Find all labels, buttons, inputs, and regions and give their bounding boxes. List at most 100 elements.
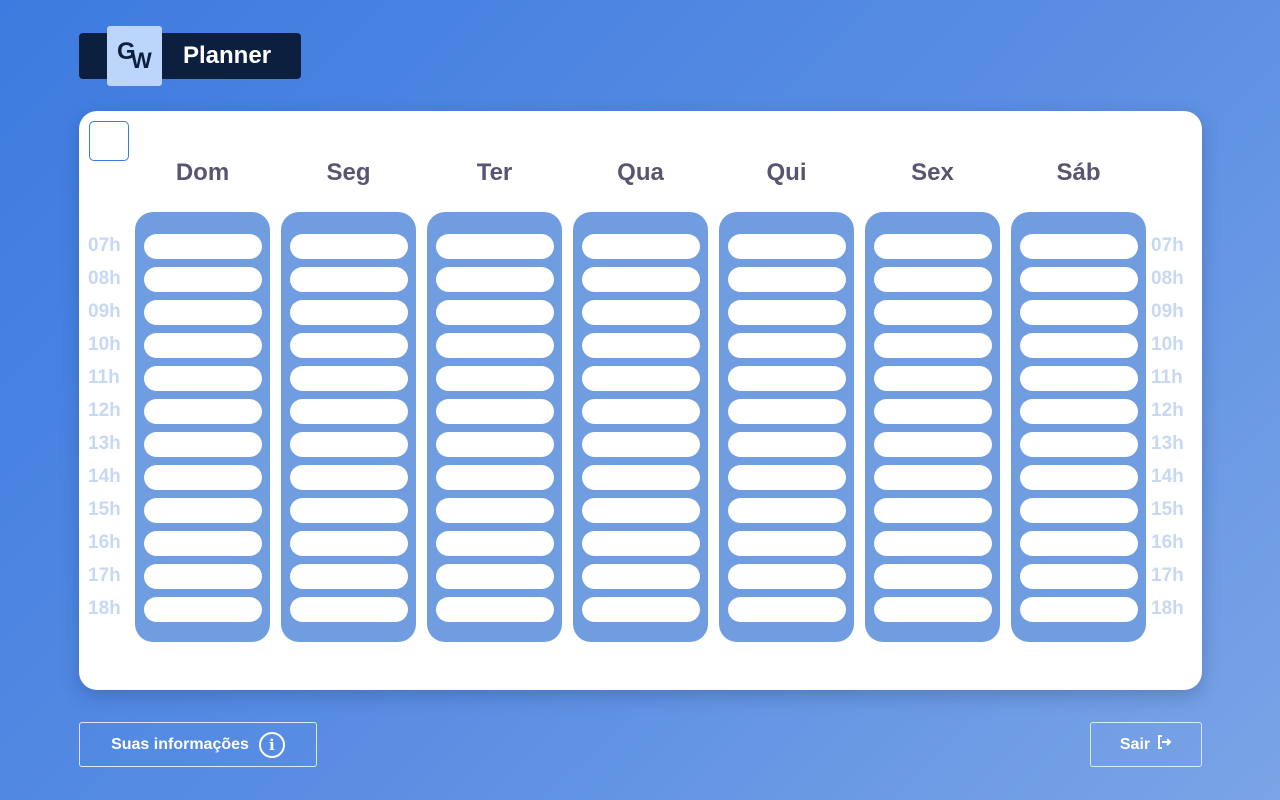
time-slot-4-1[interactable] xyxy=(728,267,846,292)
time-slot-2-6[interactable] xyxy=(436,432,554,457)
time-slot-5-3[interactable] xyxy=(874,333,992,358)
time-slot-4-3[interactable] xyxy=(728,333,846,358)
time-slot-1-10[interactable] xyxy=(290,564,408,589)
time-slot-4-11[interactable] xyxy=(728,597,846,622)
time-slot-4-10[interactable] xyxy=(728,564,846,589)
time-slot-2-11[interactable] xyxy=(436,597,554,622)
time-slot-0-4[interactable] xyxy=(144,366,262,391)
time-slot-2-9[interactable] xyxy=(436,531,554,556)
time-slot-1-3[interactable] xyxy=(290,333,408,358)
time-slot-1-5[interactable] xyxy=(290,399,408,424)
time-slot-1-6[interactable] xyxy=(290,432,408,457)
time-slot-6-5[interactable] xyxy=(1020,399,1138,424)
time-slot-0-8[interactable] xyxy=(144,498,262,523)
time-slot-6-2[interactable] xyxy=(1020,300,1138,325)
time-slot-6-6[interactable] xyxy=(1020,432,1138,457)
time-slot-5-7[interactable] xyxy=(874,465,992,490)
hour-label-left-10: 17h xyxy=(88,565,121,586)
time-slot-2-8[interactable] xyxy=(436,498,554,523)
time-slot-3-3[interactable] xyxy=(582,333,700,358)
time-slot-2-5[interactable] xyxy=(436,399,554,424)
time-slot-5-9[interactable] xyxy=(874,531,992,556)
time-slot-6-9[interactable] xyxy=(1020,531,1138,556)
time-slot-3-10[interactable] xyxy=(582,564,700,589)
time-slot-6-11[interactable] xyxy=(1020,597,1138,622)
time-slot-5-1[interactable] xyxy=(874,267,992,292)
time-slot-1-2[interactable] xyxy=(290,300,408,325)
time-slot-2-0[interactable] xyxy=(436,234,554,259)
time-slot-4-4[interactable] xyxy=(728,366,846,391)
time-slot-6-3[interactable] xyxy=(1020,333,1138,358)
day-column-5 xyxy=(865,212,1000,642)
time-slot-3-2[interactable] xyxy=(582,300,700,325)
weekly-planner-card: Dom Seg Ter Qua Qui Sex Sáb 07h 08h 09h 10h 11h 12h 1… xyxy=(79,111,1202,690)
time-slot-2-2[interactable] xyxy=(436,300,554,325)
time-slot-6-4[interactable] xyxy=(1020,366,1138,391)
day-header-6: Sáb xyxy=(1056,159,1101,186)
time-slot-4-5[interactable] xyxy=(728,399,846,424)
time-slot-3-6[interactable] xyxy=(582,432,700,457)
your-info-label: Suas informações xyxy=(111,735,249,753)
day-column-1 xyxy=(281,212,416,642)
time-slot-4-6[interactable] xyxy=(728,432,846,457)
time-slot-3-0[interactable] xyxy=(582,234,700,259)
time-slot-0-11[interactable] xyxy=(144,597,262,622)
time-slot-5-11[interactable] xyxy=(874,597,992,622)
hour-label-left-0: 07h xyxy=(88,235,121,256)
time-slot-2-3[interactable] xyxy=(436,333,554,358)
time-slot-1-4[interactable] xyxy=(290,366,408,391)
time-slot-6-8[interactable] xyxy=(1020,498,1138,523)
time-slot-4-9[interactable] xyxy=(728,531,846,556)
time-slot-2-1[interactable] xyxy=(436,267,554,292)
time-slot-1-0[interactable] xyxy=(290,234,408,259)
time-slot-5-8[interactable] xyxy=(874,498,992,523)
time-slot-3-9[interactable] xyxy=(582,531,700,556)
time-slot-3-11[interactable] xyxy=(582,597,700,622)
time-slot-3-4[interactable] xyxy=(582,366,700,391)
time-slot-1-1[interactable] xyxy=(290,267,408,292)
time-slot-5-4[interactable] xyxy=(874,366,992,391)
exit-button[interactable]: Sair xyxy=(1090,722,1202,767)
time-slot-6-10[interactable] xyxy=(1020,564,1138,589)
time-slot-4-7[interactable] xyxy=(728,465,846,490)
time-slot-3-7[interactable] xyxy=(582,465,700,490)
time-slot-0-5[interactable] xyxy=(144,399,262,424)
time-slot-0-6[interactable] xyxy=(144,432,262,457)
corner-checkbox[interactable] xyxy=(89,121,129,161)
time-slot-4-8[interactable] xyxy=(728,498,846,523)
time-slot-3-5[interactable] xyxy=(582,399,700,424)
day-header-2: Ter xyxy=(476,159,513,186)
time-slot-0-3[interactable] xyxy=(144,333,262,358)
day-column-6 xyxy=(1011,212,1146,642)
time-slot-6-7[interactable] xyxy=(1020,465,1138,490)
time-slot-4-2[interactable] xyxy=(728,300,846,325)
time-slot-5-6[interactable] xyxy=(874,432,992,457)
time-slot-1-8[interactable] xyxy=(290,498,408,523)
time-slot-0-0[interactable] xyxy=(144,234,262,259)
time-slot-1-11[interactable] xyxy=(290,597,408,622)
time-slot-6-0[interactable] xyxy=(1020,234,1138,259)
hour-label-right-4: 11h xyxy=(1151,367,1183,388)
time-slot-2-10[interactable] xyxy=(436,564,554,589)
hour-label-right-6: 13h xyxy=(1151,433,1184,454)
time-slot-0-10[interactable] xyxy=(144,564,262,589)
time-slot-0-2[interactable] xyxy=(144,300,262,325)
time-slot-6-1[interactable] xyxy=(1020,267,1138,292)
time-slot-3-8[interactable] xyxy=(582,498,700,523)
time-slot-5-0[interactable] xyxy=(874,234,992,259)
info-circle-icon: i xyxy=(258,731,285,758)
time-slot-1-7[interactable] xyxy=(290,465,408,490)
time-slot-4-0[interactable] xyxy=(728,234,846,259)
your-info-button[interactable]: Suas informações i xyxy=(79,722,317,767)
time-slot-3-1[interactable] xyxy=(582,267,700,292)
time-slot-0-7[interactable] xyxy=(144,465,262,490)
time-slot-5-5[interactable] xyxy=(874,399,992,424)
time-slot-0-1[interactable] xyxy=(144,267,262,292)
time-slot-5-10[interactable] xyxy=(874,564,992,589)
time-slot-5-2[interactable] xyxy=(874,300,992,325)
time-slot-0-9[interactable] xyxy=(144,531,262,556)
time-slot-2-4[interactable] xyxy=(436,366,554,391)
time-slot-2-7[interactable] xyxy=(436,465,554,490)
time-slot-1-9[interactable] xyxy=(290,531,408,556)
day-header-5: Sex xyxy=(911,159,954,186)
